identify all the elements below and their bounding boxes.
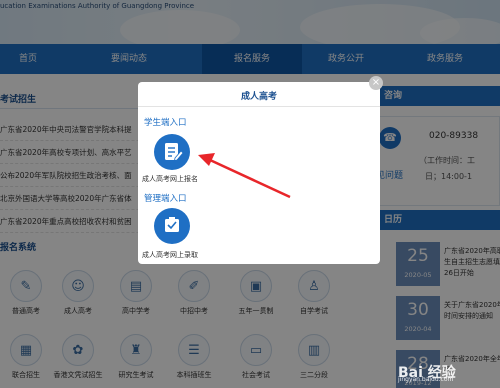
arrow-shaft [209, 158, 291, 199]
annotation-arrow [198, 153, 291, 199]
arrow-head [198, 153, 215, 166]
watermark-url: jingyan.baidu.com [398, 376, 454, 383]
